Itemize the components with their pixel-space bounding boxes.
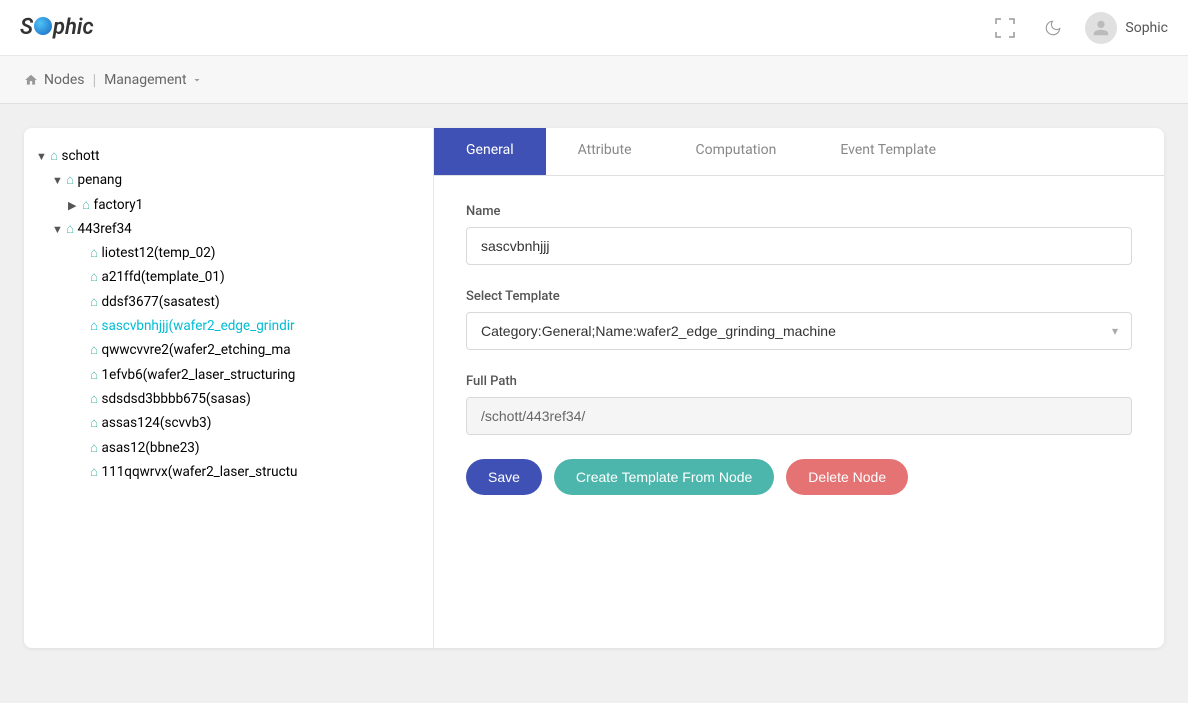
- caret-icon: [76, 366, 90, 386]
- caret-icon: [76, 414, 90, 434]
- main-content: ▼⌂ schott ▼⌂ penang ▶⌂ factory1 ▼⌂ 443re…: [0, 104, 1188, 672]
- caret-icon: ▼: [52, 171, 66, 191]
- home-node-icon: ⌂: [66, 172, 74, 188]
- tree-node-111qqwrvx[interactable]: ⌂ 111qqwrvx(wafer2_laser_structu: [24, 460, 433, 484]
- logo-text: Sphic: [20, 15, 94, 40]
- create-template-button[interactable]: Create Template From Node: [554, 459, 774, 495]
- tab-attribute[interactable]: Attribute: [546, 128, 664, 175]
- save-button[interactable]: Save: [466, 459, 542, 495]
- avatar: [1085, 12, 1117, 44]
- caret-icon: ▶: [68, 196, 82, 216]
- delete-node-button[interactable]: Delete Node: [786, 459, 908, 495]
- user-name: Sophic: [1125, 20, 1168, 36]
- home-node-icon: ⌂: [66, 221, 74, 237]
- tab-event-template[interactable]: Event Template: [808, 128, 968, 175]
- home-node-icon: ⌂: [90, 415, 98, 431]
- tab-computation[interactable]: Computation: [664, 128, 809, 175]
- tree-node-schott[interactable]: ▼⌂ schott: [24, 144, 433, 168]
- chevron-down-icon: [191, 74, 203, 86]
- caret-icon: ▼: [52, 220, 66, 240]
- header-actions: Sophic: [989, 12, 1168, 44]
- tree-node-ddsf3677[interactable]: ⌂ ddsf3677(sasatest): [24, 290, 433, 314]
- breadcrumb: Nodes | Management: [0, 56, 1188, 104]
- breadcrumb-management[interactable]: Management: [104, 72, 202, 88]
- breadcrumb-nodes-label: Nodes: [44, 72, 85, 88]
- home-node-icon: ⌂: [90, 269, 98, 285]
- caret-icon: [76, 244, 90, 264]
- breadcrumb-separator: |: [93, 70, 97, 89]
- tab-general[interactable]: General: [434, 128, 546, 175]
- name-input[interactable]: [466, 227, 1132, 265]
- management-label: Management: [104, 72, 186, 88]
- caret-icon: [76, 341, 90, 361]
- tree-node-a21ffd[interactable]: ⌂ a21ffd(template_01): [24, 265, 433, 289]
- tree-sidebar: ▼⌂ schott ▼⌂ penang ▶⌂ factory1 ▼⌂ 443re…: [24, 128, 434, 648]
- tree-node-asas12[interactable]: ⌂ asas12(bbne23): [24, 436, 433, 460]
- caret-icon: [76, 390, 90, 410]
- right-panel: General Attribute Computation Event Temp…: [434, 128, 1164, 648]
- select-template-dropdown[interactable]: Category:General;Name:wafer2_edge_grindi…: [466, 312, 1132, 350]
- home-node-icon: ⌂: [90, 318, 98, 334]
- home-node-icon: ⌂: [90, 464, 98, 480]
- caret-icon: ▼: [36, 147, 50, 167]
- caret-icon: [76, 439, 90, 459]
- home-node-icon: ⌂: [90, 391, 98, 407]
- full-path-input: [466, 397, 1132, 435]
- button-row: Save Create Template From Node Delete No…: [466, 459, 1132, 495]
- name-label: Name: [466, 204, 1132, 219]
- tree-node-sascvbnhjjj[interactable]: ⌂ sascvbnhjjj(wafer2_edge_grindir: [24, 314, 433, 338]
- form-group-select-template: Select Template Category:General;Name:wa…: [466, 289, 1132, 350]
- tree-node-1efvb6[interactable]: ⌂ 1efvb6(wafer2_laser_structuring: [24, 363, 433, 387]
- tree-node-penang[interactable]: ▼⌂ penang: [24, 168, 433, 192]
- home-node-icon: ⌂: [50, 148, 58, 164]
- home-node-icon: ⌂: [90, 294, 98, 310]
- home-node-icon: ⌂: [90, 367, 98, 383]
- tree-node-assas124[interactable]: ⌂ assas124(scvvb3): [24, 411, 433, 435]
- caret-icon: [76, 463, 90, 483]
- caret-icon: [76, 293, 90, 313]
- logo-globe-icon: [34, 17, 52, 35]
- main-card: ▼⌂ schott ▼⌂ penang ▶⌂ factory1 ▼⌂ 443re…: [24, 128, 1164, 648]
- user-area: Sophic: [1085, 12, 1168, 44]
- caret-icon: [76, 268, 90, 288]
- tree-node-443ref34[interactable]: ▼⌂ 443ref34: [24, 217, 433, 241]
- breadcrumb-home[interactable]: Nodes: [24, 72, 85, 88]
- dark-mode-button[interactable]: [1037, 12, 1069, 44]
- tabs-bar: General Attribute Computation Event Temp…: [434, 128, 1164, 176]
- logo: Sphic: [20, 15, 94, 40]
- home-node-icon: ⌂: [90, 245, 98, 261]
- tree-node-qwwcvvre2[interactable]: ⌂ qwwcvvre2(wafer2_etching_ma: [24, 338, 433, 362]
- tree-node-liotest12[interactable]: ⌂ liotest12(temp_02): [24, 241, 433, 265]
- home-node-icon: ⌂: [90, 342, 98, 358]
- home-node-icon: ⌂: [82, 197, 90, 213]
- form-group-name: Name: [466, 204, 1132, 265]
- home-node-icon: ⌂: [90, 440, 98, 456]
- home-icon: [24, 73, 38, 87]
- form-group-full-path: Full Path: [466, 374, 1132, 435]
- tree-node-factory1[interactable]: ▶⌂ factory1: [24, 193, 433, 217]
- caret-icon: [76, 317, 90, 337]
- form-area: Name Select Template Category:General;Na…: [434, 176, 1164, 523]
- tree-node-sdsdsd3[interactable]: ⌂ sdsdsd3bbbb675(sasas): [24, 387, 433, 411]
- header: Sphic Sophic: [0, 0, 1188, 56]
- select-template-label: Select Template: [466, 289, 1132, 304]
- fullscreen-button[interactable]: [989, 12, 1021, 44]
- select-wrapper: Category:General;Name:wafer2_edge_grindi…: [466, 312, 1132, 350]
- full-path-label: Full Path: [466, 374, 1132, 389]
